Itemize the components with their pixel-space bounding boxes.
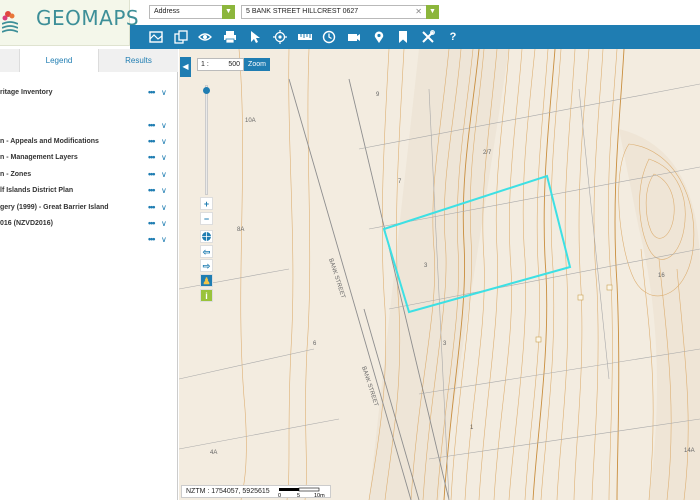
chevron-down-icon[interactable]: ▼ (426, 5, 439, 19)
chevron-down-icon[interactable]: ∨ (161, 170, 167, 179)
pointer-icon[interactable] (247, 29, 263, 45)
layer-row[interactable]: gery (1999) - Great Barrier Island ••• ∨ (0, 202, 178, 216)
parcel-number: 10A (245, 118, 256, 124)
collapse-panel-button[interactable]: ◀ (180, 57, 191, 77)
layer-label: 016 (NZVD2016) (0, 220, 53, 227)
scale-bar-label: 5 (297, 493, 300, 498)
help-icon[interactable]: ? (445, 29, 461, 45)
layer-label: gery (1999) - Great Barrier Island (0, 204, 109, 211)
address-search-value: 5 BANK STREET HILLCREST 0627 (246, 8, 359, 15)
copy-icon[interactable] (173, 29, 189, 45)
layer-label: n - Zones (0, 171, 32, 178)
more-options-icon[interactable]: ••• (148, 87, 156, 97)
pin-icon[interactable] (371, 29, 387, 45)
scale-bar-label: 0 (278, 493, 281, 498)
layer-row[interactable]: ritage Inventory ••• ∨ (0, 87, 178, 101)
locate-icon[interactable] (272, 29, 288, 45)
chevron-down-icon[interactable]: ∨ (161, 219, 167, 228)
chevron-down-icon[interactable]: ∨ (161, 153, 167, 162)
parcel-number: 4A (210, 450, 217, 456)
camera-icon[interactable] (346, 29, 362, 45)
layer-label: n - Appeals and Modifications (0, 138, 99, 145)
address-search-input[interactable]: 5 BANK STREET HILLCREST 0627 ✕ ▼ (241, 5, 439, 19)
map-view[interactable]: BANK STREET BANK STREET 9 10A 2/7 7 8A 3… (179, 49, 700, 500)
zoom-slider-handle[interactable] (203, 87, 210, 94)
more-options-icon[interactable]: ••• (148, 218, 156, 228)
scale-value: 500 (228, 61, 240, 68)
tab-legend[interactable]: Legend (20, 49, 98, 72)
more-options-icon[interactable]: ••• (148, 120, 156, 130)
tab-results[interactable]: Results (98, 49, 178, 72)
print-icon[interactable] (222, 29, 238, 45)
more-options-icon[interactable]: ••• (148, 169, 156, 179)
layer-row[interactable]: ••• ∨ (0, 234, 178, 248)
scale-bar-label: 10m (314, 493, 325, 498)
layer-row[interactable]: lf Islands District Plan ••• ∨ (0, 185, 178, 199)
info-icon[interactable]: i (200, 289, 213, 302)
map-layers-icon[interactable] (148, 29, 164, 45)
layer-row[interactable]: n - Management Layers ••• ∨ (0, 152, 178, 166)
scale-input[interactable]: 1 : 500 (197, 58, 244, 71)
chevron-down-icon[interactable]: ∨ (161, 121, 167, 130)
search-type-value: Address (154, 8, 180, 15)
map-canvas[interactable]: BANK STREET BANK STREET 9 10A 2/7 7 8A 3… (179, 49, 700, 500)
zoom-in-button[interactable]: + (200, 197, 213, 210)
parcel-number: 8A (237, 227, 244, 233)
layer-panel: Legend Results ritage Inventory ••• ∨ ••… (0, 49, 178, 500)
scale-bar: 0 5 10m (278, 487, 325, 498)
chevron-down-icon[interactable]: ▼ (222, 5, 235, 19)
logo-text: GEOMAPS (36, 6, 140, 30)
zoom-slider[interactable] (203, 85, 210, 195)
search-type-select[interactable]: Address ▼ (149, 5, 235, 19)
more-options-icon[interactable]: ••• (148, 152, 156, 162)
more-options-icon[interactable]: ••• (148, 185, 156, 195)
layer-row[interactable]: 016 (NZVD2016) ••• ∨ (0, 218, 178, 232)
coordinates-readout: NZTM : 1754057, 5925615 (186, 488, 270, 495)
more-options-icon[interactable]: ••• (148, 234, 156, 244)
chevron-down-icon[interactable]: ∨ (161, 137, 167, 146)
parcel-number: 14A (684, 448, 695, 454)
more-options-icon[interactable]: ••• (148, 136, 156, 146)
parcel-number: 2/7 (483, 150, 492, 156)
chevron-down-icon[interactable]: ∨ (161, 88, 167, 97)
toolbar: ? (130, 25, 700, 49)
chevron-down-icon[interactable]: ∨ (161, 235, 167, 244)
arrow-left-icon[interactable]: ⇦ (200, 245, 213, 258)
street-view-icon[interactable]: ♟ (200, 274, 213, 287)
layer-label: lf Islands District Plan (0, 187, 74, 194)
measure-icon[interactable] (296, 29, 314, 45)
status-bar: NZTM : 1754057, 5925615 0 5 10m (181, 485, 331, 498)
bookmark-icon[interactable] (395, 29, 411, 45)
parcel-number: 16 (658, 273, 665, 279)
arrow-right-icon[interactable]: ⇨ (200, 259, 213, 272)
logo[interactable]: GEOMAPS (0, 0, 139, 46)
tools-icon[interactable] (420, 29, 436, 45)
layer-row[interactable]: n - Appeals and Modifications ••• ∨ (0, 136, 178, 150)
globe-icon[interactable] (200, 230, 213, 243)
zoom-out-button[interactable]: − (200, 212, 213, 225)
chevron-down-icon[interactable]: ∨ (161, 186, 167, 195)
eye-icon[interactable] (197, 29, 213, 45)
layer-row[interactable]: n - Zones ••• ∨ (0, 169, 178, 183)
zoom-button[interactable]: Zoom (244, 58, 270, 71)
layer-label: n - Management Layers (0, 154, 78, 161)
panel-tabs: Legend Results (0, 49, 178, 72)
layer-label: ritage Inventory (0, 89, 53, 96)
history-icon[interactable] (321, 29, 337, 45)
scale-prefix: 1 : (201, 61, 209, 68)
tab-layers[interactable] (0, 49, 20, 72)
header: GEOMAPS Address ▼ 5 BANK STREET HILLCRES… (0, 0, 700, 46)
logo-emblem-icon (2, 11, 18, 33)
more-options-icon[interactable]: ••• (148, 202, 156, 212)
layer-row[interactable]: ••• ∨ (0, 120, 178, 134)
chevron-down-icon[interactable]: ∨ (161, 203, 167, 212)
clear-icon[interactable]: ✕ (415, 7, 422, 16)
